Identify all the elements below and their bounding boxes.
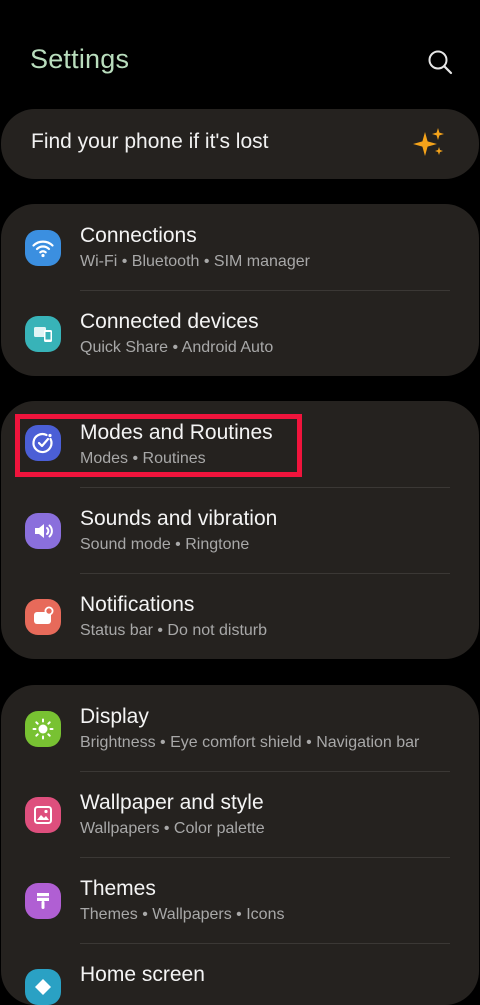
settings-item-display[interactable]: Display Brightness • Eye comfort shield … — [1, 685, 479, 771]
wifi-icon — [25, 230, 61, 266]
settings-group-modes: Modes and Routines Modes • Routines Soun… — [1, 401, 479, 659]
home-screen-icon — [25, 969, 61, 1005]
themes-icon — [25, 883, 61, 919]
settings-item-sounds-and-vibration[interactable]: Sounds and vibration Sound mode • Ringto… — [1, 487, 479, 573]
item-subtitle: Status bar • Do not disturb — [80, 622, 268, 639]
item-title: Notifications — [80, 593, 195, 616]
settings-item-wallpaper-and-style[interactable]: Wallpaper and style Wallpapers • Color p… — [1, 771, 479, 857]
search-icon[interactable] — [424, 46, 456, 78]
item-title: Themes — [80, 877, 156, 900]
item-subtitle: Wallpapers • Color palette — [80, 820, 265, 837]
item-subtitle: Sound mode • Ringtone — [80, 536, 250, 553]
sun-icon — [25, 711, 61, 747]
find-phone-label: Find your phone if it's lost — [31, 130, 269, 153]
speaker-icon — [25, 513, 61, 549]
page-title: Settings — [30, 44, 130, 74]
item-title: Modes and Routines — [80, 421, 273, 444]
wallpaper-icon — [25, 797, 61, 833]
item-title: Display — [80, 705, 149, 728]
item-title: Wallpaper and style — [80, 791, 264, 814]
item-title: Connected devices — [80, 310, 259, 333]
settings-item-connections[interactable]: Connections Wi-Fi • Bluetooth • SIM mana… — [1, 204, 479, 290]
item-title: Connections — [80, 224, 197, 247]
item-subtitle: Modes • Routines — [80, 450, 206, 467]
settings-group-display: Display Brightness • Eye comfort shield … — [1, 685, 479, 1005]
settings-item-notifications[interactable]: Notifications Status bar • Do not distur… — [1, 573, 479, 659]
settings-item-themes[interactable]: Themes Themes • Wallpapers • Icons — [1, 857, 479, 943]
settings-item-home-screen[interactable]: Home screen — [1, 943, 479, 1005]
item-title: Sounds and vibration — [80, 507, 278, 530]
item-subtitle: Themes • Wallpapers • Icons — [80, 906, 285, 923]
modes-routines-icon — [25, 425, 61, 461]
connected-devices-icon — [25, 316, 61, 352]
sparkle-icon — [412, 126, 446, 160]
item-subtitle: Brightness • Eye comfort shield • Naviga… — [80, 734, 420, 751]
item-subtitle: Wi-Fi • Bluetooth • SIM manager — [80, 253, 310, 270]
settings-item-connected-devices[interactable]: Connected devices Quick Share • Android … — [1, 290, 479, 376]
notification-icon — [25, 599, 61, 635]
find-phone-card[interactable]: Find your phone if it's lost — [1, 109, 479, 179]
item-title: Home screen — [80, 963, 205, 986]
settings-item-modes-and-routines[interactable]: Modes and Routines Modes • Routines — [1, 401, 479, 487]
app-header: Settings — [0, 0, 480, 108]
item-subtitle: Quick Share • Android Auto — [80, 339, 274, 356]
settings-group-connections: Connections Wi-Fi • Bluetooth • SIM mana… — [1, 204, 479, 376]
